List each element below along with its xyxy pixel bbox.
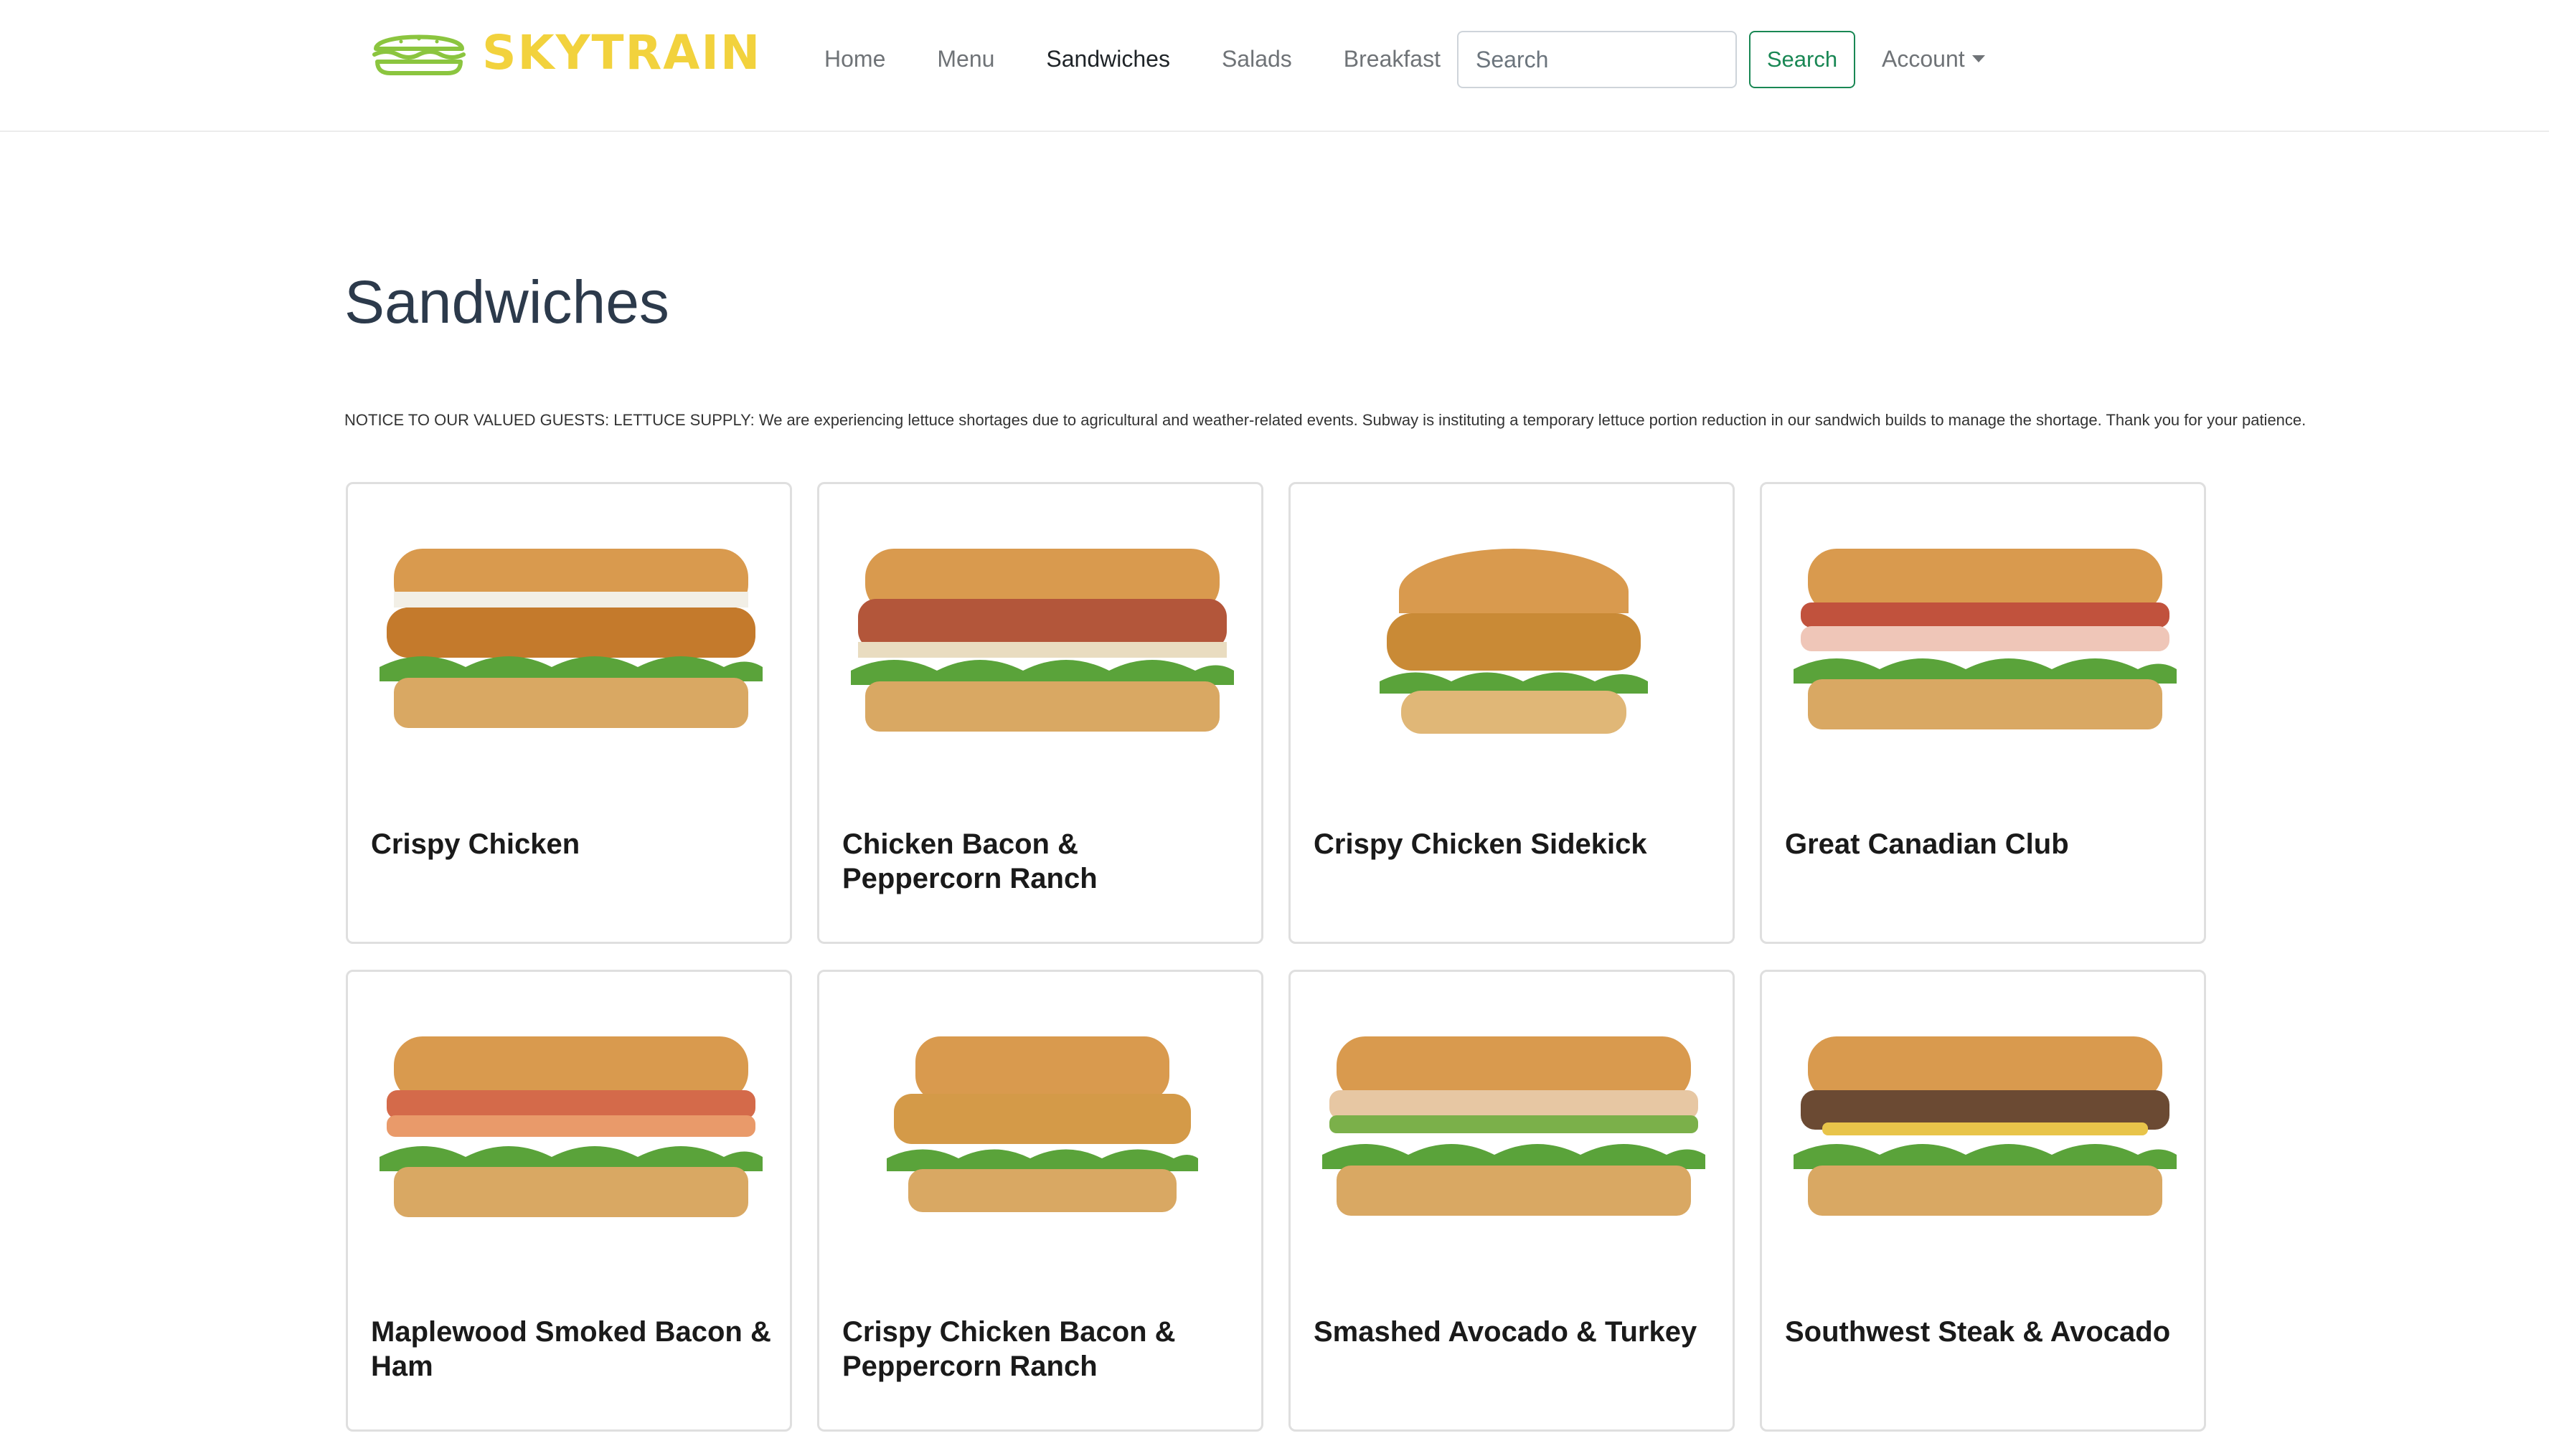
product-name: Chicken Bacon & Peppercorn Ranch — [842, 828, 1098, 894]
product-card[interactable]: Southwest Steak & Avocado — [1760, 970, 2206, 1432]
product-card[interactable]: Great Canadian Club — [1760, 482, 2206, 944]
product-name: Crispy Chicken Sidekick — [1314, 828, 1647, 860]
sandwich-illustration — [1380, 549, 1648, 734]
nav-link-sandwiches[interactable]: Sandwiches — [1046, 42, 1170, 76]
sandwich-illustration — [1794, 549, 2177, 729]
product-name: Maplewood Smoked Bacon & Ham — [371, 1316, 771, 1382]
product-name: Great Canadian Club — [1785, 828, 2069, 860]
product-card[interactable]: Crispy Chicken Bacon & Peppercorn Ranch — [817, 970, 1263, 1432]
crispy-chicken-sandwich-image — [365, 542, 777, 757]
southwest-steak-avocado-sandwich-image — [1779, 1029, 2191, 1244]
caret-down-icon — [1971, 55, 1985, 62]
product-card[interactable]: Smashed Avocado & Turkey — [1288, 970, 1735, 1432]
nav-link-menu[interactable]: Menu — [937, 42, 994, 76]
product-card[interactable]: Maplewood Smoked Bacon & Ham — [346, 970, 792, 1432]
search-input[interactable] — [1457, 31, 1737, 88]
account-label: Account — [1882, 46, 1965, 72]
brand-logo[interactable]: SKYTRAIN — [369, 27, 761, 79]
sandwich-illustration — [380, 549, 763, 728]
crispy-chicken-sidekick-sandwich-image — [1308, 542, 1720, 757]
top-navbar: SKYTRAIN Home Menu Sandwiches Salads Bre… — [0, 0, 2549, 132]
product-card[interactable]: Crispy Chicken Sidekick — [1288, 482, 1735, 944]
product-name: Southwest Steak & Avocado — [1785, 1316, 2171, 1348]
sandwich-illustration — [380, 1036, 763, 1217]
sandwich-logo-icon — [372, 34, 466, 75]
account-dropdown[interactable]: Account — [1882, 42, 1985, 76]
sandwich-illustration — [851, 549, 1234, 732]
sandwich-illustration — [1322, 1036, 1705, 1216]
product-name: Crispy Chicken — [371, 828, 580, 860]
smashed-avocado-turkey-sandwich-image — [1308, 1029, 1720, 1244]
brand-name: SKYTRAIN — [482, 25, 762, 80]
sandwich-illustration — [887, 1036, 1198, 1212]
product-name: Smashed Avocado & Turkey — [1314, 1316, 1697, 1348]
product-card[interactable]: Crispy Chicken — [346, 482, 792, 944]
great-canadian-club-sandwich-image — [1779, 542, 2191, 757]
crispy-chicken-bacon-ranch-sandwich-image — [837, 1029, 1248, 1244]
product-card[interactable]: Chicken Bacon & Peppercorn Ranch — [817, 482, 1263, 944]
nav-link-home[interactable]: Home — [824, 42, 885, 76]
chicken-bacon-ranch-sandwich-image — [837, 542, 1248, 757]
nav-link-salads[interactable]: Salads — [1222, 42, 1292, 76]
product-name: Crispy Chicken Bacon & Peppercorn Ranch — [842, 1316, 1176, 1382]
search-button[interactable]: Search — [1749, 31, 1855, 88]
page-title: Sandwiches — [344, 268, 669, 336]
lettuce-notice: NOTICE TO OUR VALUED GUESTS: LETTUCE SUP… — [344, 411, 2306, 429]
maplewood-bacon-ham-sandwich-image — [365, 1029, 777, 1244]
nav-link-breakfast[interactable]: Breakfast — [1344, 42, 1441, 76]
nav-links: Home Menu Sandwiches Salads Breakfast — [824, 42, 1492, 76]
sandwich-illustration — [1794, 1036, 2177, 1216]
